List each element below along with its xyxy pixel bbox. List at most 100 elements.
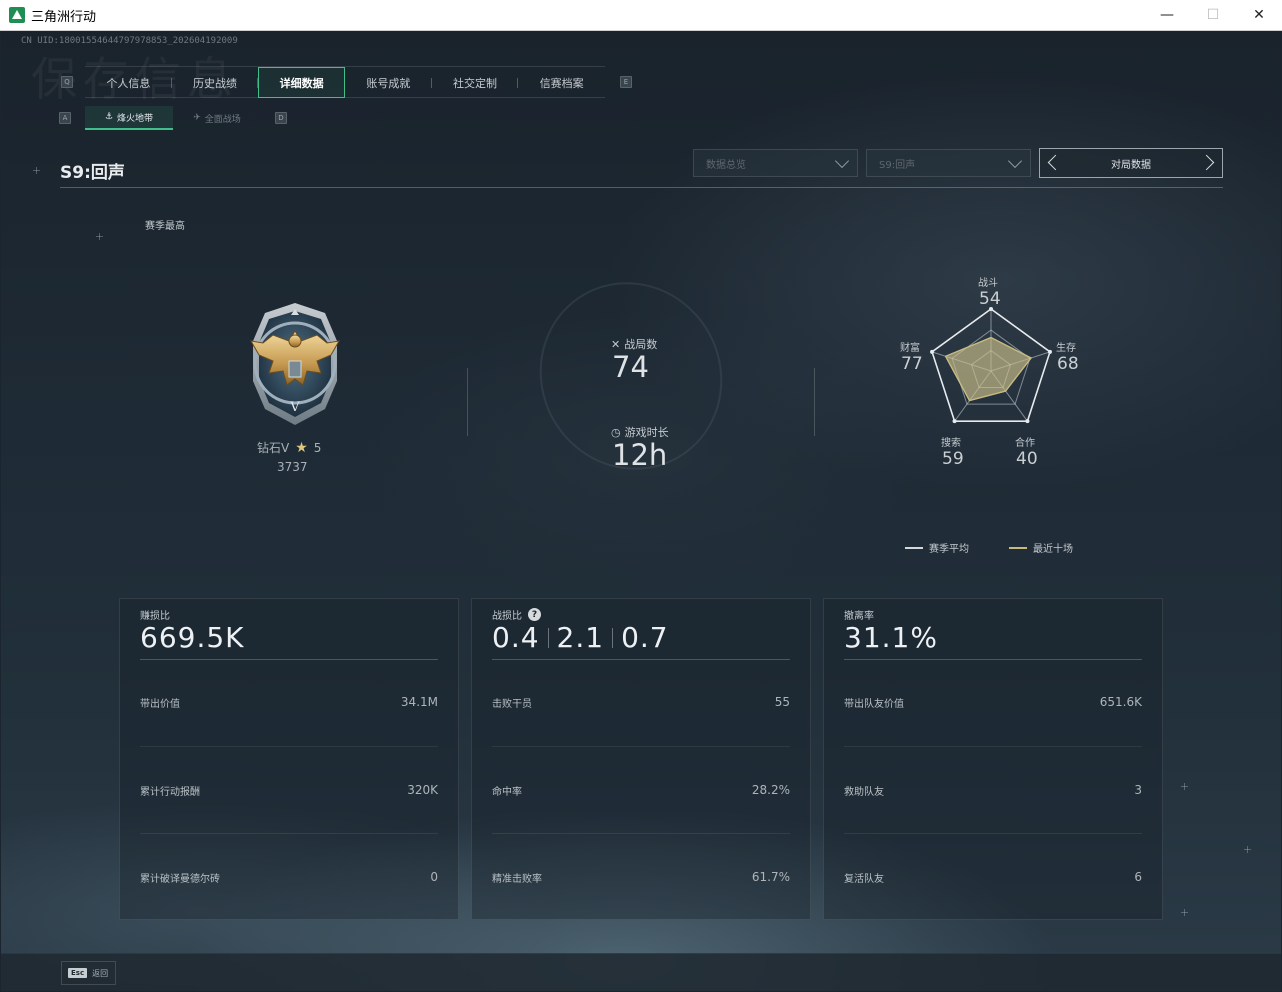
chevron-left-icon[interactable] (1047, 154, 1064, 171)
divider (612, 627, 614, 648)
radar-label-survival: 生存 (1056, 343, 1076, 354)
radar-vertex-dot (1047, 349, 1052, 354)
tab-label: 账号成就 (366, 76, 411, 90)
legend-label: 赛季平均 (929, 544, 969, 555)
stat-row-label: 精准击败率 (492, 874, 542, 885)
prev-tab-key[interactable]: Q (61, 76, 73, 88)
overview-dropdown[interactable]: 数据总览 (693, 149, 858, 177)
legend-season-avg: 赛季平均 (905, 540, 969, 555)
stat-row-value: 55 (774, 695, 790, 709)
stat-row-label: 累计行动报酬 (140, 787, 200, 798)
radar-label-search: 搜索 (941, 438, 961, 449)
tab-history[interactable]: 历史战绩 (172, 67, 259, 98)
divider (814, 368, 815, 436)
tab-detailed-data[interactable]: 详细数据 (258, 67, 346, 98)
deco-cross (33, 167, 40, 174)
divider (844, 833, 1142, 834)
season-dropdown[interactable]: S9:回声 (866, 149, 1031, 177)
divider (492, 746, 790, 747)
rank-info: 钻石V ★ 5 (257, 439, 321, 456)
subtab-label: 全面战场 (204, 114, 241, 125)
deco-cross (1181, 909, 1188, 916)
divider (844, 746, 1142, 747)
stat-row: 精准击败率 61.7% (492, 870, 790, 885)
crossed-swords-icon: ✕ (611, 337, 621, 351)
rank-score: 3737 (277, 460, 308, 474)
stat-row: 累计行动报酬 320K (140, 783, 438, 798)
radar-vertex-dot (930, 349, 935, 354)
main-tab-bar: 个人信息 历史战绩 详细数据 账号成就 社交定制 信赛档案 (85, 66, 605, 98)
matches-value: 74 (612, 350, 649, 384)
chevron-down-icon (1007, 153, 1023, 169)
season-best-label: 赛季最高 (145, 221, 185, 232)
subtab-battlefield[interactable]: ✈ 全面战场 (173, 106, 261, 130)
next-subtab-key[interactable]: D (275, 112, 287, 124)
stat-row-value: 6 (1134, 870, 1142, 884)
stat-row: 命中率 28.2% (492, 783, 790, 798)
tab-personal-info[interactable]: 个人信息 (85, 67, 172, 98)
user-id-text: CN UID:18001554644797978853_202604192009 (21, 36, 238, 46)
divider (467, 368, 468, 436)
diamond-eagle-badge-icon: V (229, 301, 361, 429)
playtime-value: 12h (612, 438, 668, 472)
back-button[interactable]: Esc 返回 (61, 961, 116, 985)
radar-label-cooperation: 合作 (1015, 438, 1035, 449)
esc-key: Esc (68, 968, 88, 978)
app-logo-icon (9, 7, 25, 23)
radar-value-combat: 54 (979, 289, 1001, 309)
dropdown-value: S9:回声 (879, 159, 916, 171)
profit-card: 赚损比 669.5K 带出价值 34.1M 累计行动报酬 320K 累计破译曼德… (119, 598, 459, 920)
stat-row-label: 命中率 (492, 787, 522, 798)
divider (492, 659, 790, 660)
stat-row-value: 34.1M (400, 695, 438, 709)
divider (140, 833, 438, 834)
stat-row-label: 救助队友 (844, 787, 884, 798)
tab-label: 历史战绩 (193, 76, 237, 90)
maximize-button[interactable]: ☐ (1190, 0, 1236, 30)
switcher-label: 对局数据 (1111, 159, 1151, 171)
season-title: S9:回声 (60, 163, 125, 183)
tab-label: 信赛档案 (539, 76, 584, 90)
radar-series-recent-ten (944, 336, 1033, 402)
tab-label: 社交定制 (453, 76, 498, 90)
window-title: 三角洲行动 (31, 9, 97, 25)
next-tab-key[interactable]: E (620, 76, 632, 88)
help-icon[interactable]: ? (528, 608, 541, 621)
divider (547, 627, 549, 648)
back-label: 返回 (92, 968, 109, 978)
dropdown-value: 数据总览 (706, 159, 746, 171)
close-button[interactable]: ✕ (1236, 0, 1282, 30)
fire-zone-icon: ⚓ (104, 112, 114, 122)
tab-label: 详细数据 (279, 76, 324, 90)
tab-archive[interactable]: 信赛档案 (518, 67, 605, 98)
window-controls: — ☐ ✕ (1144, 0, 1282, 30)
stat-row: 复活队友 6 (844, 870, 1142, 885)
kd-card: 战损比 ? 0.4 2.1 0.7 击败干员 55 命中率 28.2% 精准击败… (471, 598, 811, 920)
tab-social[interactable]: 社交定制 (432, 67, 519, 98)
kd-value: 0.4 (492, 621, 540, 654)
mode-subtab-bar: ⚓ 烽火地带 ✈ 全面战场 (85, 106, 261, 130)
card-title: 战损比 (492, 611, 522, 622)
tab-achievements[interactable]: 账号成就 (345, 67, 432, 98)
chevron-right-icon[interactable] (1198, 154, 1215, 171)
stat-row-value: 0 (430, 870, 438, 884)
kd-value: 2.1 (556, 621, 605, 654)
subtab-label: 烽火地带 (117, 113, 154, 124)
prev-subtab-key[interactable]: A (59, 112, 71, 124)
kd-values: 0.4 2.1 0.7 (492, 621, 669, 654)
data-view-switcher: 对局数据 (1039, 148, 1223, 178)
minimize-button[interactable]: — (1144, 0, 1190, 30)
bottom-bar: Esc 返回 (1, 953, 1281, 991)
kd-value: 0.7 (621, 621, 669, 654)
divider (140, 746, 438, 747)
star-icon: ★ (295, 439, 308, 456)
legend-recent-ten: 最近十场 (1009, 540, 1073, 555)
deco-cross (1244, 846, 1251, 853)
subtab-fire-zone[interactable]: ⚓ 烽火地带 (85, 106, 173, 130)
stat-row: 击败干员 55 (492, 695, 790, 710)
radar-vertex-dot (952, 419, 957, 424)
header-divider (60, 187, 1223, 188)
radar-value-search: 59 (942, 449, 964, 469)
divider (140, 659, 438, 660)
legend-label: 最近十场 (1033, 544, 1073, 555)
